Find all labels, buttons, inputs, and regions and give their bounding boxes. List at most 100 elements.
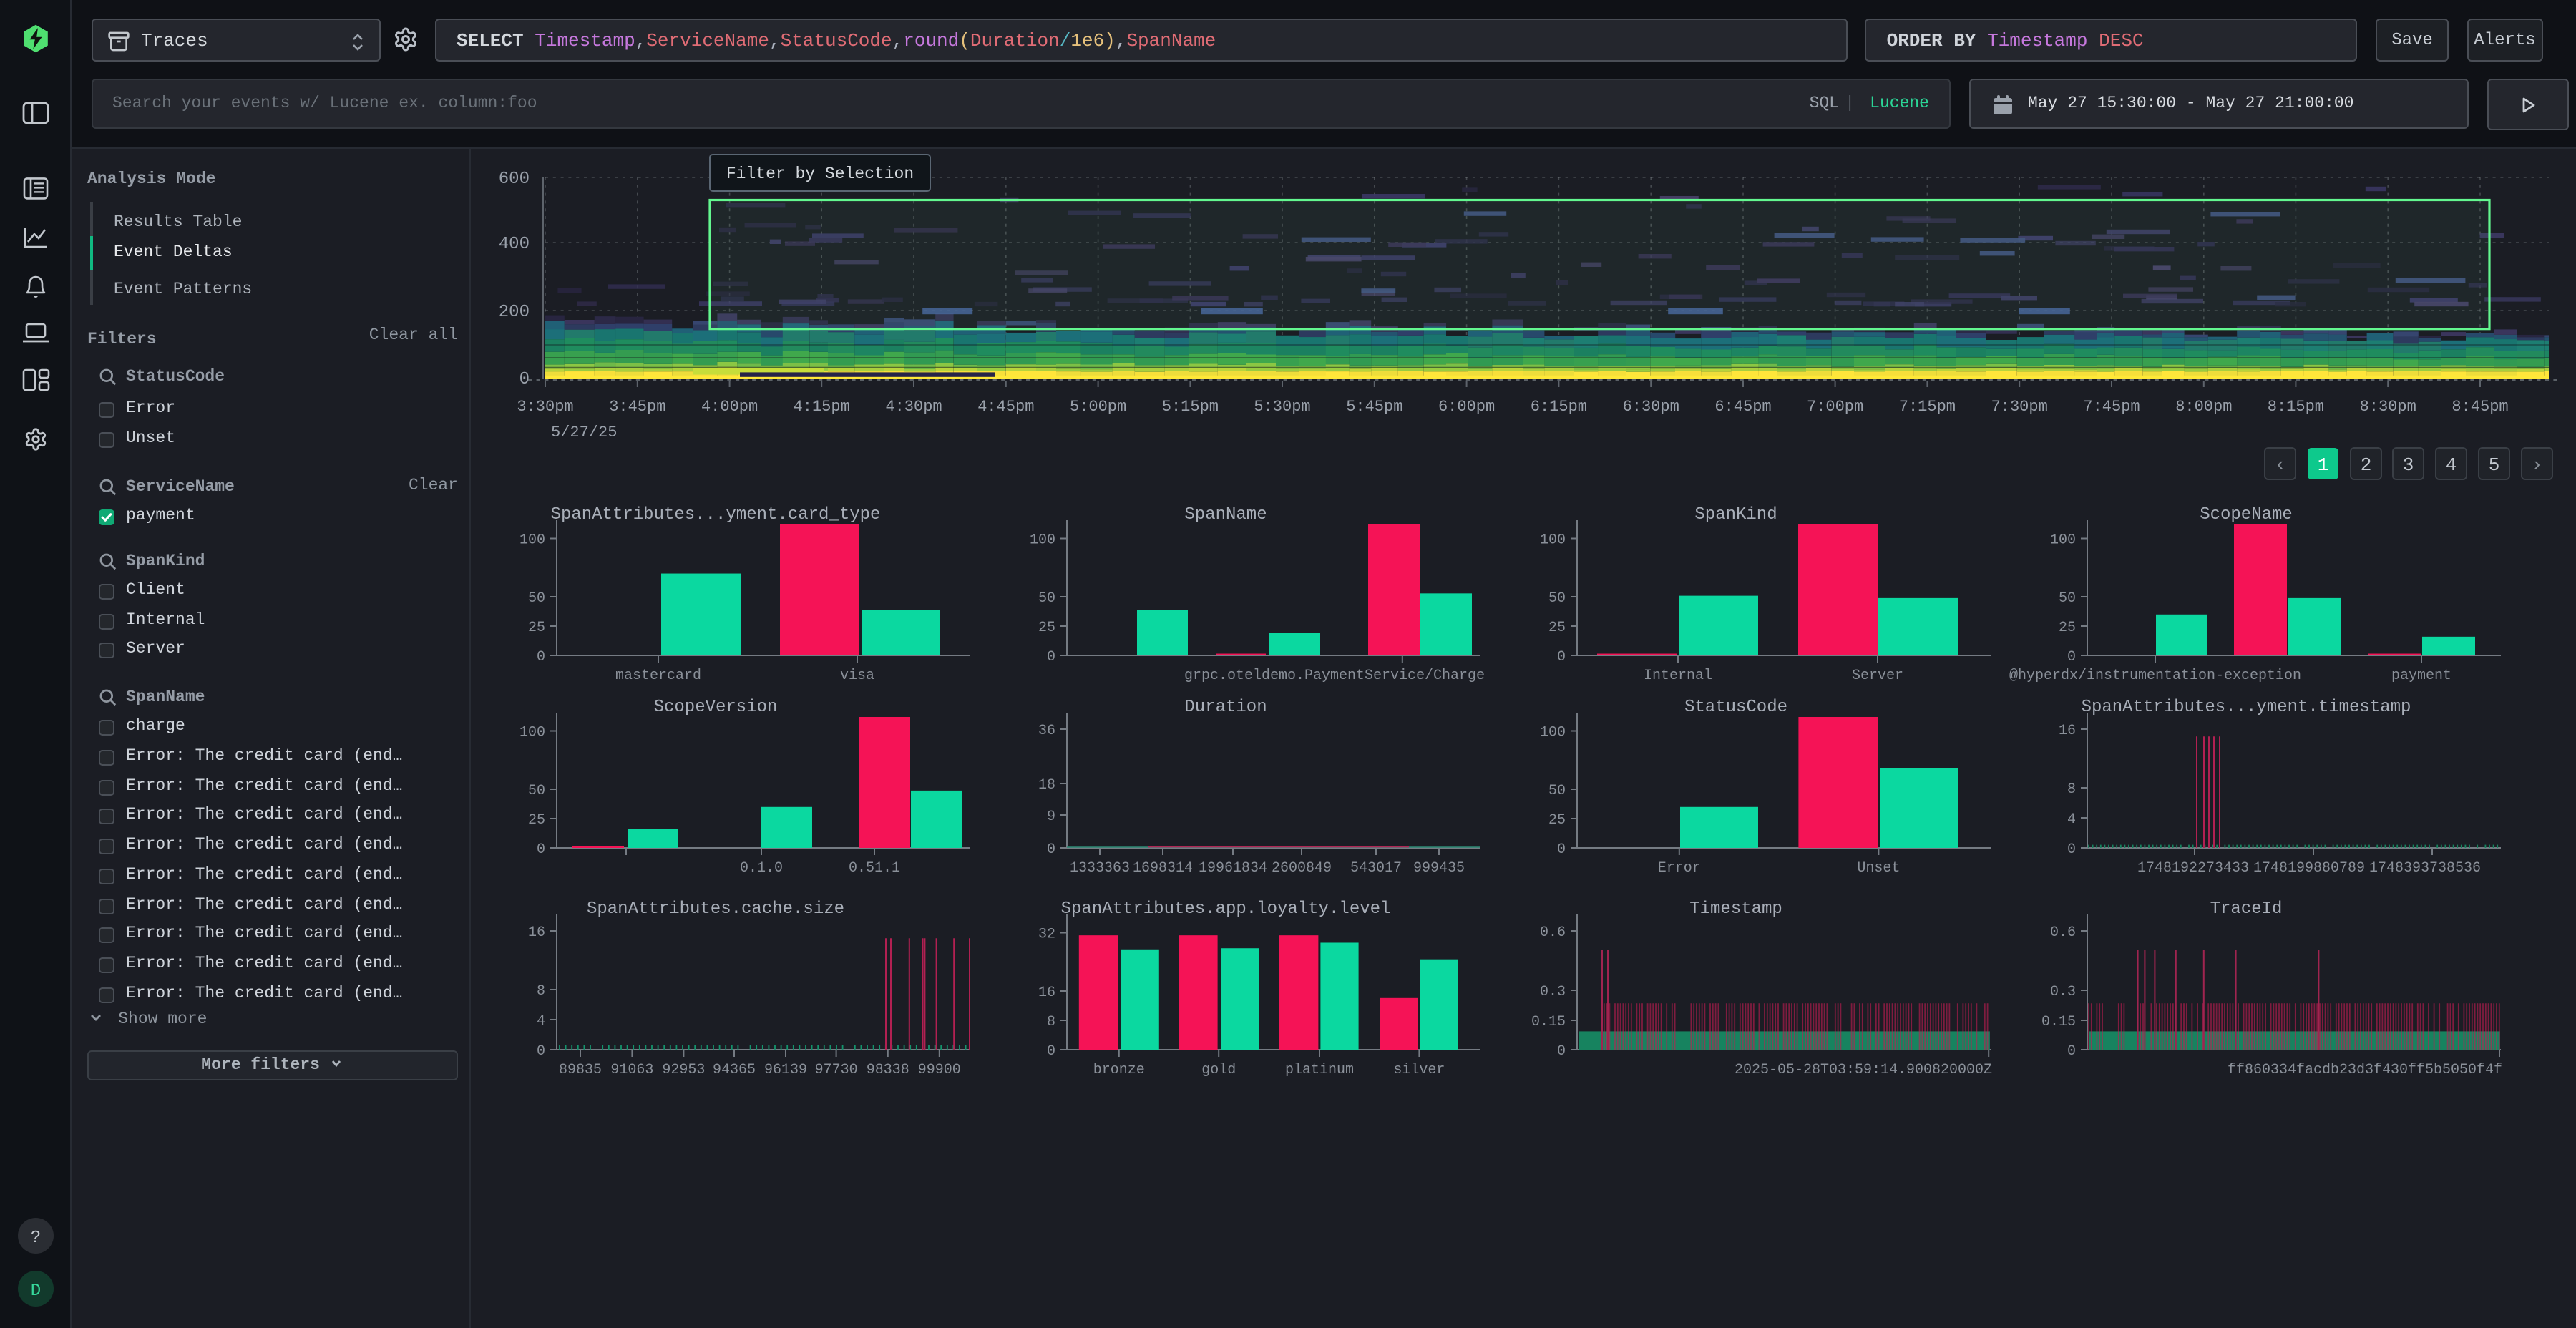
svg-text:0.6: 0.6 — [2050, 924, 2076, 941]
svg-text:4:15pm: 4:15pm — [794, 398, 850, 416]
svg-text:5/27/25: 5/27/25 — [551, 424, 617, 441]
svg-text:25: 25 — [1548, 812, 1566, 829]
svg-text:Filter by Selection: Filter by Selection — [726, 165, 914, 183]
svg-text:0.3: 0.3 — [1540, 984, 1566, 1000]
svg-text:19961834: 19961834 — [1199, 860, 1267, 877]
svg-text:0: 0 — [2067, 1043, 2076, 1060]
svg-text:8:00pm: 8:00pm — [2175, 398, 2232, 416]
svg-text:16: 16 — [528, 924, 545, 941]
svg-text:25: 25 — [528, 620, 545, 636]
svg-text:Internal: Internal — [1644, 668, 1712, 684]
svg-text:4: 4 — [2067, 811, 2076, 828]
svg-text:1748393738536: 1748393738536 — [2369, 860, 2481, 877]
svg-text:25: 25 — [2059, 620, 2076, 636]
svg-text:50: 50 — [1548, 590, 1566, 607]
svg-text:50: 50 — [2059, 590, 2076, 607]
svg-text:8:30pm: 8:30pm — [2360, 398, 2416, 416]
svg-text:4:00pm: 4:00pm — [701, 398, 758, 416]
svg-text:98338: 98338 — [867, 1062, 909, 1078]
svg-text:100: 100 — [1540, 725, 1566, 741]
svg-text:91063: 91063 — [610, 1062, 653, 1078]
svg-text:Duration: Duration — [1184, 698, 1267, 717]
svg-text:ff860334facdb23d3f430ff5b5050f: ff860334facdb23d3f430ff5b5050f4f — [2228, 1062, 2502, 1078]
svg-text:6:45pm: 6:45pm — [1714, 398, 1771, 416]
svg-text:0.51.1: 0.51.1 — [849, 860, 900, 877]
svg-text:999435: 999435 — [1413, 860, 1465, 877]
svg-text:5:15pm: 5:15pm — [1162, 398, 1219, 416]
svg-text:SpanAttributes.app.loyalty.lev: SpanAttributes.app.loyalty.level — [1061, 899, 1391, 919]
svg-text:0: 0 — [537, 1043, 545, 1060]
svg-text:6:30pm: 6:30pm — [1623, 398, 1679, 416]
svg-text:0: 0 — [1557, 841, 1566, 858]
svg-text:1748199880789: 1748199880789 — [2253, 860, 2365, 877]
svg-text:5:45pm: 5:45pm — [1346, 398, 1402, 416]
svg-text:gold: gold — [1201, 1062, 1236, 1078]
svg-text:2025-05-28T03:59:14.900820000Z: 2025-05-28T03:59:14.900820000Z — [1735, 1062, 1992, 1078]
svg-text:mastercard: mastercard — [615, 668, 701, 684]
svg-text:0.3: 0.3 — [2050, 984, 2076, 1000]
svg-text:?: ? — [31, 1229, 41, 1248]
svg-text:2: 2 — [2361, 454, 2372, 476]
svg-text:Unset: Unset — [1857, 860, 1900, 877]
svg-text:50: 50 — [1038, 590, 1055, 607]
svg-text:0.6: 0.6 — [1540, 924, 1566, 941]
svg-text:3:45pm: 3:45pm — [609, 398, 665, 416]
svg-text:0: 0 — [519, 370, 530, 389]
svg-text:0: 0 — [2067, 841, 2076, 858]
svg-text:50: 50 — [528, 783, 545, 799]
svg-text:25: 25 — [528, 812, 545, 829]
svg-text:8: 8 — [1047, 1014, 1055, 1030]
svg-text:89835: 89835 — [559, 1062, 602, 1078]
svg-text:36: 36 — [1038, 723, 1055, 739]
svg-text:SpanName: SpanName — [1184, 505, 1267, 524]
svg-text:100: 100 — [519, 725, 545, 741]
svg-text:5:00pm: 5:00pm — [1070, 398, 1126, 416]
svg-text:0: 0 — [2067, 649, 2076, 665]
svg-text:1748192273433: 1748192273433 — [2137, 860, 2249, 877]
svg-text:SpanKind: SpanKind — [1694, 505, 1777, 524]
svg-text:16: 16 — [1038, 985, 1055, 1001]
svg-text:50: 50 — [1548, 783, 1566, 799]
svg-text:1: 1 — [2318, 454, 2329, 476]
svg-text:50: 50 — [528, 590, 545, 607]
svg-text:3: 3 — [2403, 454, 2414, 476]
svg-text:0: 0 — [1557, 649, 1566, 665]
svg-text:6:00pm: 6:00pm — [1438, 398, 1495, 416]
svg-text:2600849: 2600849 — [1272, 860, 1332, 877]
svg-text:8: 8 — [2067, 781, 2076, 798]
svg-text:TraceId: TraceId — [2210, 899, 2283, 919]
svg-text:100: 100 — [1030, 532, 1055, 549]
svg-text:96139: 96139 — [764, 1062, 807, 1078]
svg-text:7:15pm: 7:15pm — [1899, 398, 1956, 416]
svg-text:4: 4 — [537, 1013, 545, 1030]
svg-text:‹: ‹ — [2275, 454, 2286, 476]
svg-text:visa: visa — [840, 668, 874, 684]
svg-text:Server: Server — [1852, 668, 1903, 684]
svg-text:0: 0 — [1047, 649, 1055, 665]
svg-text:0.15: 0.15 — [1531, 1014, 1566, 1030]
svg-text:600: 600 — [499, 170, 530, 189]
svg-text:16: 16 — [2059, 723, 2076, 739]
svg-text:400: 400 — [499, 235, 530, 254]
svg-text:4:30pm: 4:30pm — [885, 398, 942, 416]
svg-text:silver: silver — [1393, 1062, 1445, 1078]
svg-text:payment: payment — [2391, 668, 2451, 684]
svg-text:25: 25 — [1038, 620, 1055, 636]
svg-text:bronze: bronze — [1093, 1062, 1145, 1078]
svg-text:5:30pm: 5:30pm — [1254, 398, 1310, 416]
svg-text:200: 200 — [499, 303, 530, 322]
svg-text:@hyperdx/instrumentation-excep: @hyperdx/instrumentation-exception — [2009, 668, 2301, 684]
svg-text:94365: 94365 — [713, 1062, 756, 1078]
svg-text:99900: 99900 — [918, 1062, 961, 1078]
svg-text:92953: 92953 — [662, 1062, 705, 1078]
svg-text:platinum: platinum — [1285, 1062, 1354, 1078]
svg-text:0: 0 — [1047, 1043, 1055, 1060]
svg-text:SpanAttributes.cache.size: SpanAttributes.cache.size — [587, 899, 844, 919]
svg-text:0: 0 — [537, 841, 545, 858]
svg-text:97730: 97730 — [815, 1062, 858, 1078]
svg-text:Error: Error — [1658, 860, 1701, 877]
svg-text:ScopeVersion: ScopeVersion — [654, 698, 778, 717]
svg-text:4:45pm: 4:45pm — [977, 398, 1034, 416]
svg-text:25: 25 — [1548, 620, 1566, 636]
svg-text:100: 100 — [1540, 532, 1566, 549]
